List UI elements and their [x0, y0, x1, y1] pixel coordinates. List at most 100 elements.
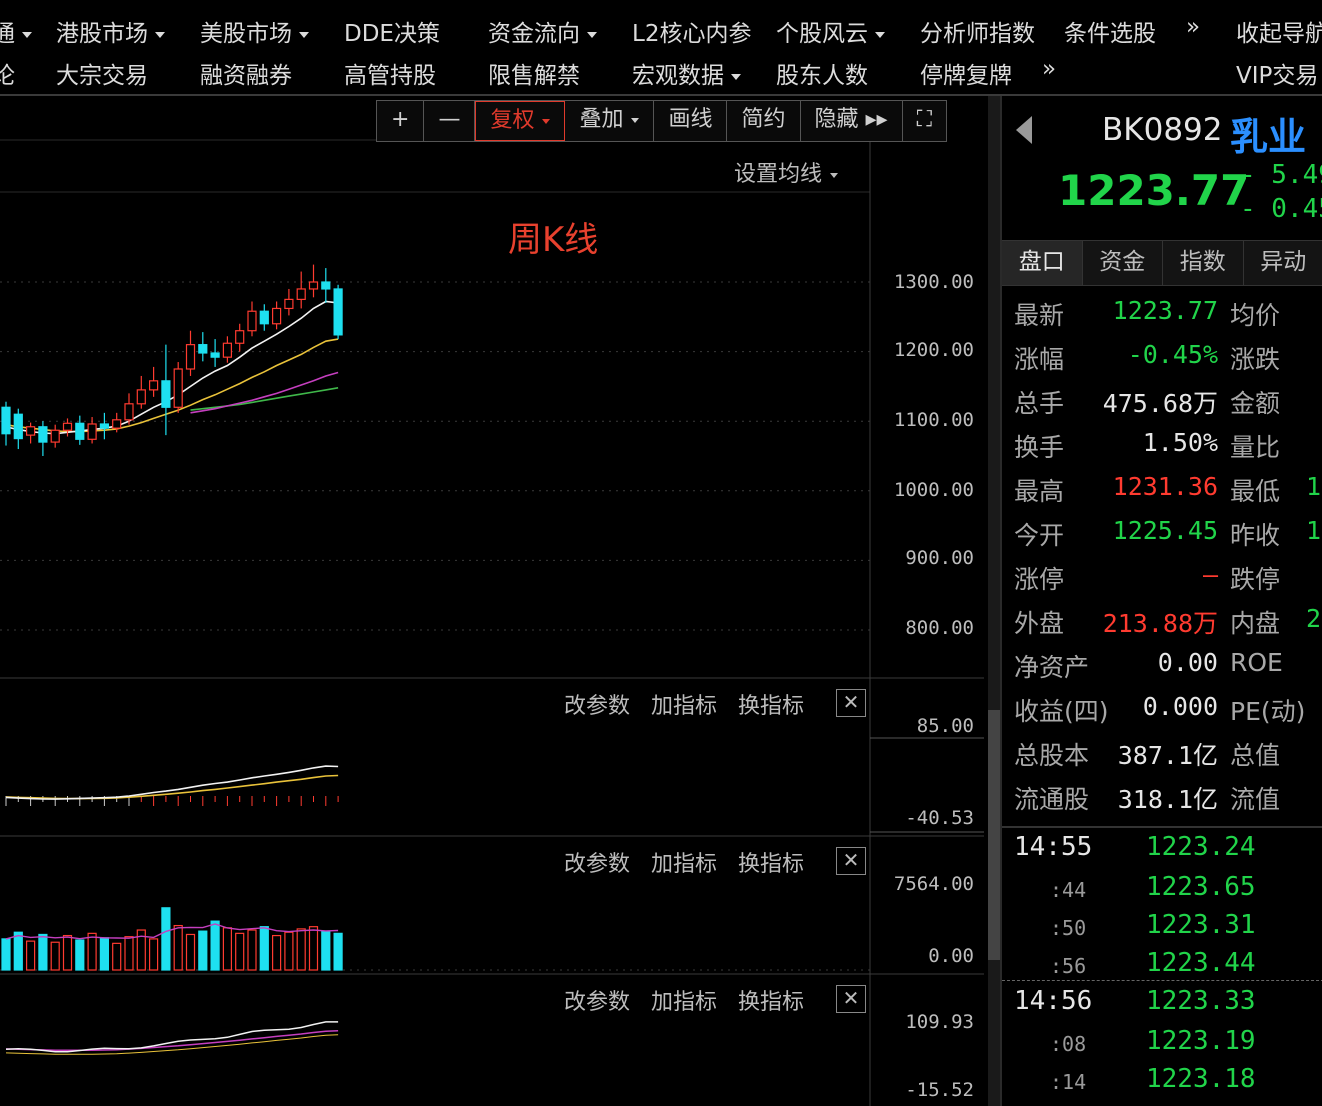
chevron-down-icon — [731, 73, 741, 80]
tick-price: 1223.19 — [1146, 1026, 1256, 1056]
volume-bar — [87, 932, 97, 971]
change-params-link[interactable]: 改参数 — [564, 990, 630, 1015]
fullscreen-icon[interactable]: ⛶ — [903, 101, 946, 141]
zoom-in-button[interactable]: + — [377, 101, 425, 141]
nav-item-label: 高管持股 — [344, 63, 436, 89]
change-params-link[interactable]: 改参数 — [564, 852, 630, 877]
scrollbar-thumb[interactable] — [988, 710, 1000, 960]
zoom-out-button[interactable]: — — [424, 101, 476, 141]
nav-more-icon[interactable]: » — [1042, 56, 1056, 82]
nav-item-label: 通 — [0, 21, 15, 47]
sector-name: 乳业 — [1230, 115, 1307, 159]
nav-item[interactable]: DDE决策 — [344, 14, 440, 48]
volume-bar — [222, 927, 232, 971]
indicator-panel-3-tools: 改参数 加指标 换指标 — [564, 984, 818, 1016]
close-icon[interactable]: ✕ — [836, 689, 866, 717]
ma-setting-label: 设置均线 — [734, 162, 823, 187]
nav-item-label: VIP交易 — [1236, 63, 1319, 89]
close-icon[interactable]: ✕ — [836, 985, 866, 1013]
volume-bar — [259, 926, 269, 971]
quote-label: 今开 — [1014, 521, 1065, 550]
candle-body — [87, 423, 97, 440]
nav-item[interactable]: 港股市场 — [56, 14, 165, 48]
quote-row: 换手 1.50% 量比 — [1002, 428, 1322, 472]
nav-item[interactable]: 大宗交易 — [56, 56, 148, 90]
quote-value: 318.1亿 — [1117, 785, 1218, 814]
nav-item[interactable]: 个股风云 — [776, 14, 885, 48]
indicator-1-axis-label: 85.00 — [916, 715, 974, 737]
nav-item[interactable]: 条件选股 — [1064, 14, 1156, 48]
quote-label: 总值 — [1230, 741, 1281, 770]
quote-label: 净资产 — [1014, 653, 1090, 682]
chevron-down-icon — [155, 31, 165, 38]
nav-item-label: 停牌复牌 — [920, 63, 1012, 89]
add-indicator-link[interactable]: 加指标 — [651, 694, 717, 719]
nav-item-label: 资金流向 — [488, 21, 580, 47]
quote-label: 跌停 — [1230, 565, 1281, 594]
indicator-panel-1-tools: 改参数 加指标 换指标 — [564, 688, 818, 720]
nav-item[interactable]: 宏观数据 — [632, 56, 741, 90]
restore-rights-dropdown[interactable]: 复权 — [475, 101, 566, 141]
nav-item[interactable]: 限售解禁 — [488, 56, 580, 90]
nav-item[interactable]: 股东人数 — [776, 56, 868, 90]
tab-index[interactable]: 指数 — [1163, 241, 1244, 285]
kline-chart[interactable] — [0, 96, 988, 1106]
nav-item[interactable]: L2核心内参 — [632, 14, 751, 48]
chevron-down-icon — [587, 31, 597, 38]
volume-bar — [124, 936, 134, 971]
quote-row: 外盘 213.88万 内盘 2 — [1002, 604, 1322, 648]
switch-indicator-link[interactable]: 换指标 — [738, 990, 804, 1015]
switch-indicator-link[interactable]: 换指标 — [738, 694, 804, 719]
change-params-link[interactable]: 改参数 — [564, 694, 630, 719]
add-indicator-link[interactable]: 加指标 — [651, 990, 717, 1015]
volume-bar — [13, 931, 23, 971]
nav-item[interactable]: VIP交易 — [1236, 56, 1318, 90]
nav-item[interactable]: 通 — [0, 14, 32, 48]
nav-more-icon[interactable]: » — [1186, 14, 1200, 40]
nav-item-label: 宏观数据 — [632, 63, 724, 89]
nav-item[interactable]: 收起导航 — [1236, 14, 1322, 48]
nav-item[interactable]: 美股市场 — [200, 14, 309, 48]
tab-anomaly[interactable]: 异动 — [1243, 241, 1322, 285]
candle-body — [124, 403, 134, 421]
price-axis-label: 1000.00 — [893, 479, 974, 501]
tab-capital[interactable]: 资金 — [1082, 241, 1163, 285]
tick-time: :14 — [1050, 1070, 1087, 1094]
quote-row: 最高 1231.36 最低 1 — [1002, 472, 1322, 516]
tick-time: 14:55 — [1014, 832, 1093, 862]
quote-value: 1 — [1306, 472, 1322, 501]
sector-code: BK0892 — [1102, 112, 1223, 148]
nav-item[interactable]: 分析师指数 — [920, 14, 1035, 48]
chart-toolbar: + — 复权 叠加 画线 简约 隐藏 ▸▸ ⛶ — [376, 100, 947, 142]
candle-body — [198, 344, 208, 354]
simple-mode-button[interactable]: 简约 — [727, 101, 801, 141]
quote-panel: BK0892 乳业 1223.77 - 5.49 - 0.45% 盘口 资金 指… — [1000, 96, 1322, 1106]
nav-item-label: 融资融券 — [200, 63, 292, 89]
nav-item[interactable]: 停牌复牌 — [920, 56, 1012, 90]
indicator-line — [5, 1021, 339, 1053]
overlay-dropdown[interactable]: 叠加 — [565, 101, 655, 141]
volume-bar — [284, 931, 294, 971]
back-arrow-icon[interactable] — [1016, 116, 1032, 144]
volume-bar — [99, 937, 110, 971]
nav-item-label: 港股市场 — [56, 21, 148, 47]
nav-item[interactable]: 资金流向 — [488, 14, 597, 48]
quote-label: 最低 — [1230, 477, 1281, 506]
nav-item-label: 个股风云 — [776, 21, 868, 47]
tab-order-book[interactable]: 盘口 — [1002, 241, 1083, 285]
draw-line-button[interactable]: 画线 — [654, 101, 728, 141]
candle-body — [136, 389, 146, 405]
quote-label: PE(动) — [1230, 697, 1306, 726]
nav-item[interactable]: 融资融券 — [200, 56, 292, 90]
close-icon[interactable]: ✕ — [836, 847, 866, 875]
nav-item[interactable]: 高管持股 — [344, 56, 436, 90]
hide-button[interactable]: 隐藏 ▸▸ — [801, 101, 903, 141]
quote-label: 均价 — [1230, 301, 1281, 330]
switch-indicator-link[interactable]: 换指标 — [738, 852, 804, 877]
candle-body — [272, 307, 282, 325]
nav-item[interactable]: 论 — [0, 56, 15, 90]
tick-row: :14 1223.18 — [1002, 1064, 1322, 1102]
ma-setting-dropdown[interactable]: 设置均线 — [734, 156, 839, 188]
add-indicator-link[interactable]: 加指标 — [651, 852, 717, 877]
price-change: - 5.49 — [1240, 160, 1322, 190]
